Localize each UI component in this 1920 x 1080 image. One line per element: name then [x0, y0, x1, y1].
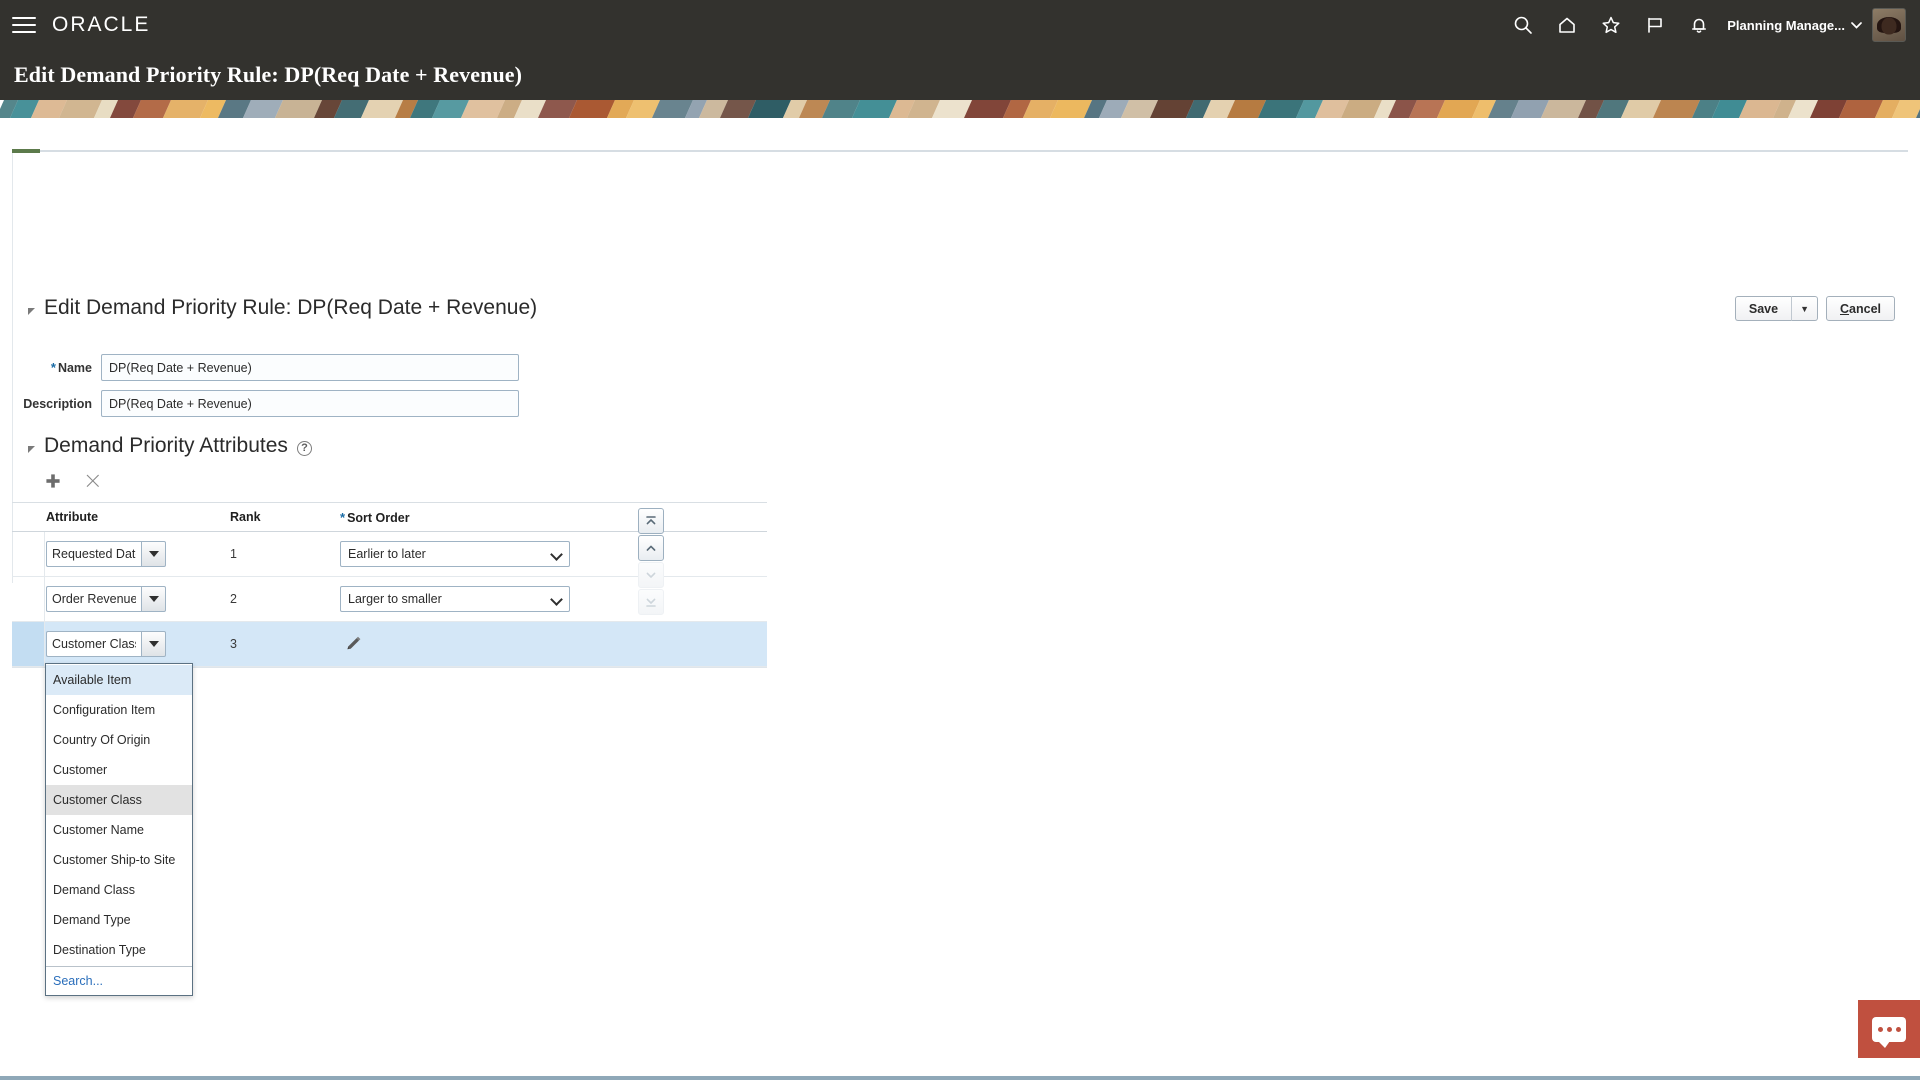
help-question-icon[interactable]: ?: [296, 440, 312, 456]
delete-row-button[interactable]: [82, 470, 104, 492]
cell-attribute: [46, 631, 230, 657]
attribute-lov[interactable]: [46, 541, 166, 567]
caret-down-icon: [148, 596, 159, 602]
avatar[interactable]: [1872, 8, 1906, 42]
attribute-dropdown-button[interactable]: [141, 586, 166, 612]
dropdown-item[interactable]: Configuration Item: [46, 695, 192, 725]
dropdown-item[interactable]: Customer Class: [46, 785, 192, 815]
dropdown-search-link[interactable]: Search...: [46, 967, 192, 995]
save-dropdown-button[interactable]: ▼: [1792, 296, 1818, 321]
cell-attribute: [46, 541, 230, 567]
caret-down-icon: [148, 641, 159, 647]
save-button[interactable]: Save: [1734, 296, 1793, 321]
page-title-bar: Edit Demand Priority Rule: DP(Req Date +…: [0, 50, 1920, 100]
content-area: Edit Demand Priority Rule: DP(Req Date +…: [0, 118, 1920, 1080]
description-input[interactable]: [101, 390, 519, 417]
cell-rank: 2: [230, 592, 237, 606]
home-icon[interactable]: [1545, 3, 1589, 47]
user-name-label: Planning Manage...: [1727, 17, 1845, 33]
action-buttons: Save ▼ Cancel: [1734, 296, 1895, 321]
attribute-dropdown-button[interactable]: [141, 541, 166, 567]
attribute-input[interactable]: [46, 541, 141, 567]
cancel-button[interactable]: Cancel: [1826, 296, 1895, 321]
attributes-section-header: Demand Priority Attributes ?: [28, 434, 312, 458]
chat-bubble-shape: [1872, 1016, 1906, 1048]
name-label: * Name: [50, 360, 92, 375]
column-header-attribute: Attribute: [46, 510, 99, 524]
dropdown-item[interactable]: Demand Type: [46, 905, 192, 935]
row-select-handle[interactable]: [12, 577, 45, 621]
bottom-accent-bar: [0, 1076, 1920, 1080]
attribute-lov[interactable]: [46, 631, 166, 657]
name-input[interactable]: [101, 354, 519, 381]
column-header-sort-order: * Sort Order: [340, 509, 410, 525]
accent-green-bar: [12, 149, 40, 153]
required-marker: *: [340, 509, 346, 525]
collapse-triangle-icon[interactable]: [28, 307, 35, 315]
user-menu[interactable]: Planning Manage...: [1727, 18, 1862, 33]
favorites-star-icon[interactable]: [1589, 3, 1633, 47]
row-select-handle[interactable]: [12, 622, 45, 666]
table-toolbar: [42, 470, 104, 492]
move-down-button: [638, 562, 664, 588]
panel-accent: [12, 149, 1908, 153]
cell-rank: 3: [230, 637, 237, 651]
move-to-top-button[interactable]: [638, 508, 664, 534]
dropdown-item[interactable]: Customer Ship-to Site: [46, 845, 192, 875]
form-section-header: Edit Demand Priority Rule: DP(Req Date +…: [28, 296, 537, 320]
save-split-button: Save ▼: [1734, 296, 1818, 321]
caret-down-icon: [148, 551, 159, 557]
sort-order-select[interactable]: Earlier to laterLater to earlierLarger t…: [340, 586, 570, 612]
form-section-title: Edit Demand Priority Rule: DP(Req Date +…: [44, 296, 538, 319]
cell-attribute: [46, 586, 230, 612]
chevron-down-icon: [1851, 21, 1862, 29]
global-header-actions: Planning Manage...: [1501, 0, 1912, 50]
dropdown-item[interactable]: Country Of Origin: [46, 725, 192, 755]
oracle-logo[interactable]: ORACLE: [52, 13, 150, 37]
attribute-input[interactable]: [46, 586, 141, 612]
move-to-bottom-button: [638, 589, 664, 615]
required-marker: *: [50, 360, 56, 375]
search-icon[interactable]: [1501, 3, 1545, 47]
flag-icon[interactable]: [1633, 3, 1677, 47]
attribute-input[interactable]: [46, 631, 141, 657]
attribute-lov[interactable]: [46, 586, 166, 612]
dropdown-item[interactable]: Available Item: [46, 665, 192, 695]
page-title: Edit Demand Priority Rule: DP(Req Date +…: [14, 62, 523, 87]
column-header-rank: Rank: [230, 510, 261, 524]
collapse-triangle-icon[interactable]: [28, 445, 35, 453]
dropdown-item[interactable]: Demand Class: [46, 875, 192, 905]
global-header: ORACLE Planning Manage... Edit Demand Pr…: [0, 0, 1920, 100]
cell-sort-order[interactable]: [340, 635, 570, 654]
pencil-edit-icon: [347, 636, 361, 649]
sort-order-select[interactable]: Earlier to laterLater to earlierLarger t…: [340, 541, 570, 567]
global-header-top-row: ORACLE Planning Manage...: [0, 0, 1920, 50]
row-select-handle[interactable]: [12, 532, 45, 576]
add-row-button[interactable]: [42, 470, 64, 492]
attribute-dropdown-button[interactable]: [141, 631, 166, 657]
cell-sort-order: Earlier to laterLater to earlierLarger t…: [340, 586, 570, 612]
panel-divider-line: [40, 150, 1908, 152]
dropdown-item[interactable]: Customer: [46, 755, 192, 785]
dropdown-item[interactable]: Customer Name: [46, 815, 192, 845]
table-row[interactable]: 3: [12, 622, 767, 667]
cell-sort-order: Earlier to laterLater to earlierLarger t…: [340, 541, 570, 567]
description-label: Description: [23, 396, 92, 411]
hamburger-icon[interactable]: [12, 15, 38, 35]
chat-bubble-icon[interactable]: [1858, 1000, 1920, 1058]
attribute-dropdown-list[interactable]: Available Item Configuration Item Country …: [45, 663, 193, 996]
cell-rank: 1: [230, 547, 237, 561]
name-field-row: * Name: [0, 354, 519, 381]
notifications-bell-icon[interactable]: [1677, 3, 1721, 47]
reorder-buttons: [638, 508, 664, 615]
attributes-section-title: Demand Priority Attributes: [44, 434, 288, 457]
move-up-button[interactable]: [638, 535, 664, 561]
decorative-banner-strip: [0, 100, 1920, 118]
dropdown-item[interactable]: Destination Type: [46, 935, 192, 965]
description-field-row: Description: [0, 390, 519, 417]
